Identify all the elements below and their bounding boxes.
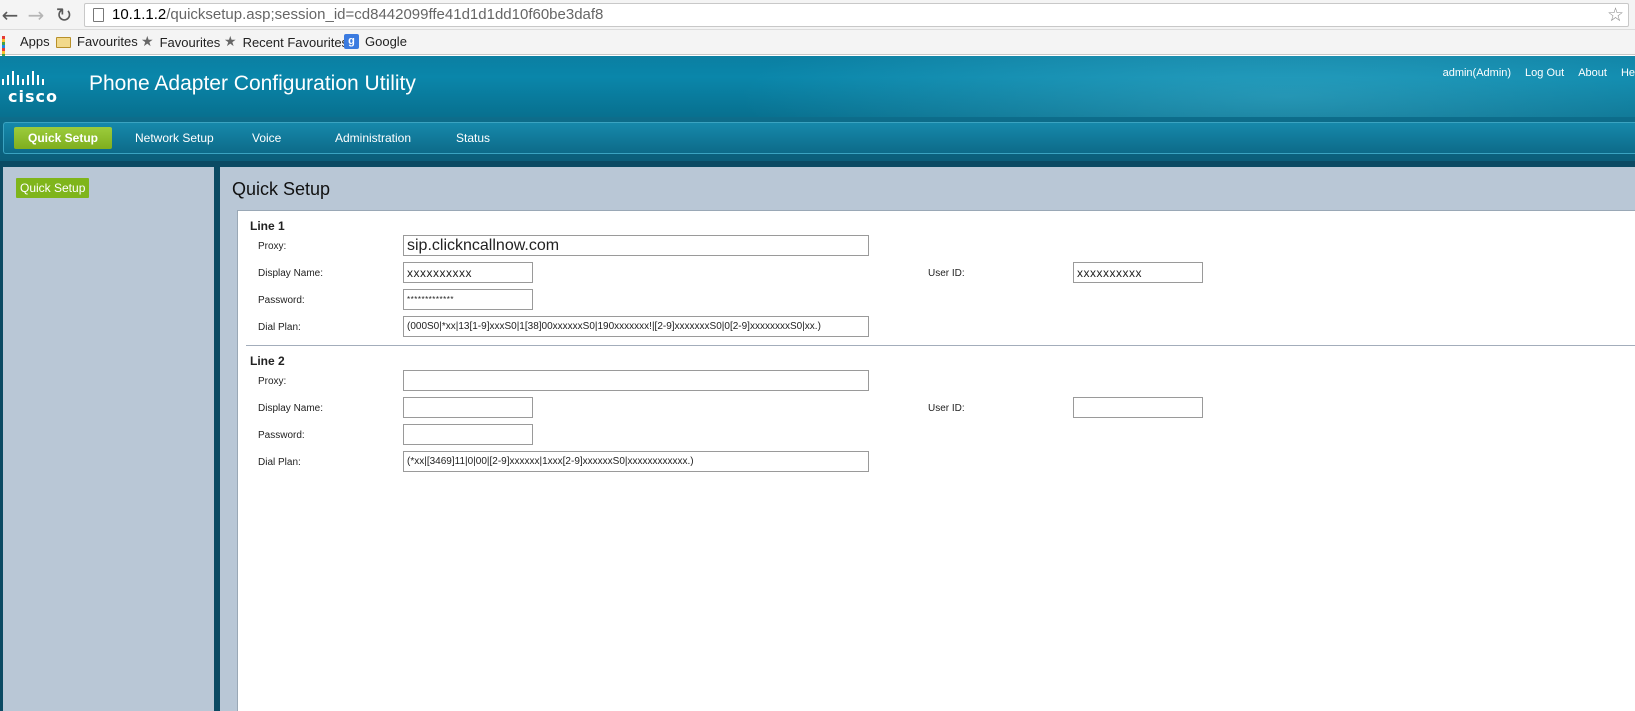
url-field[interactable]: 10.1.1.2/quicksetup.asp;session_id=cd844…	[84, 3, 1629, 27]
line1-proxy-input[interactable]	[403, 235, 869, 256]
sidebar: Quick Setup	[0, 161, 217, 711]
bookmark-label: Apps	[20, 34, 50, 49]
back-arrow-icon[interactable]: ←	[0, 5, 20, 25]
user-link[interactable]: admin(Admin)	[1443, 67, 1511, 79]
apps-grid-icon	[2, 35, 14, 63]
tab-status[interactable]: Status	[442, 127, 504, 149]
help-link[interactable]: He	[1621, 67, 1635, 79]
reload-icon[interactable]: ↻	[54, 5, 74, 25]
sidebar-panel: Quick Setup	[3, 167, 214, 711]
about-link[interactable]: About	[1578, 67, 1607, 79]
tab-voice[interactable]: Voice	[238, 127, 295, 149]
bookmark-label: Favourites	[159, 34, 221, 50]
line2-proxy-input[interactable]	[403, 370, 869, 391]
bookmark-google[interactable]: g Google	[344, 34, 407, 49]
line1-dial-plan-input[interactable]	[403, 316, 869, 337]
sidebar-item-quick-setup[interactable]: Quick Setup	[16, 178, 90, 198]
line2-password-input[interactable]	[403, 424, 533, 445]
bookmark-favourites-folder[interactable]: Favourites	[56, 34, 138, 49]
bookmarks-bar: Apps Favourites ★ Favourites ★ Recent Fa…	[0, 30, 1635, 63]
form-panel: Line 1 Proxy: Display Name: User ID: Pas…	[237, 210, 1635, 711]
line2-user-id-input[interactable]	[1073, 397, 1203, 418]
star-icon: ★	[224, 34, 237, 50]
tab-quick-setup[interactable]: Quick Setup	[14, 127, 113, 149]
header-links: admin(Admin) Log Out About He	[1429, 67, 1635, 79]
line1-user-id-input[interactable]	[1073, 262, 1203, 283]
bookmark-star-icon[interactable]: ☆	[1607, 4, 1624, 26]
line1-proxy-label: Proxy:	[258, 241, 287, 252]
bookmark-label: Favourites	[77, 34, 138, 49]
line1-password-label: Password:	[258, 295, 305, 306]
content-frame: Quick Setup Line 1 Proxy: Display Name: …	[220, 167, 1635, 711]
url-text: 10.1.1.2/quicksetup.asp;session_id=cd844…	[112, 6, 604, 23]
header-decoration	[735, 56, 1635, 117]
bookmark-recent-favourites[interactable]: ★ Recent Favourites	[224, 34, 348, 50]
main-menu: Quick Setup Network Setup Voice Administ…	[0, 117, 1635, 161]
main-menu-inner: Quick Setup Network Setup Voice Administ…	[3, 122, 1635, 154]
line1-display-name-input[interactable]	[403, 262, 533, 283]
line1-title: Line 1	[250, 219, 285, 233]
page-icon	[93, 8, 104, 22]
line2-password-label: Password:	[258, 430, 305, 441]
bookmark-favourites[interactable]: ★ Favourites	[141, 34, 220, 50]
line2-dial-plan-label: Dial Plan:	[258, 457, 301, 468]
star-icon: ★	[141, 34, 154, 50]
tab-administration[interactable]: Administration	[321, 127, 425, 149]
app-title: Phone Adapter Configuration Utility	[89, 72, 416, 95]
page-title: Quick Setup	[232, 179, 331, 199]
forward-arrow-icon[interactable]: →	[26, 5, 46, 25]
main-content: Quick Setup Line 1 Proxy: Display Name: …	[217, 161, 1635, 711]
line2-title: Line 2	[250, 354, 285, 368]
app-header: cisco Phone Adapter Configuration Utilit…	[0, 56, 1635, 117]
line1-user-id-label: User ID:	[928, 268, 965, 279]
logo-text: cisco	[8, 87, 58, 106]
cisco-logo: cisco	[2, 71, 64, 106]
browser-address-bar: ← → ↻ 10.1.1.2/quicksetup.asp;session_id…	[0, 0, 1635, 30]
logout-link[interactable]: Log Out	[1525, 67, 1564, 79]
google-icon: g	[344, 34, 359, 49]
line1-display-name-label: Display Name:	[258, 268, 324, 279]
section-divider	[246, 345, 1635, 346]
bookmark-label: Google	[365, 34, 407, 49]
folder-icon	[56, 37, 71, 48]
line2-proxy-label: Proxy:	[258, 376, 287, 387]
bookmark-apps[interactable]: Apps	[2, 34, 50, 63]
tab-network-setup[interactable]: Network Setup	[121, 127, 228, 149]
line1-password-input[interactable]	[403, 289, 533, 310]
bookmark-label: Recent Favourites	[242, 34, 349, 50]
line2-display-name-label: Display Name:	[258, 403, 324, 414]
line2-display-name-input[interactable]	[403, 397, 533, 418]
line2-dial-plan-input[interactable]	[403, 451, 869, 472]
line2-user-id-label: User ID:	[928, 403, 965, 414]
line1-dial-plan-label: Dial Plan:	[258, 322, 301, 333]
